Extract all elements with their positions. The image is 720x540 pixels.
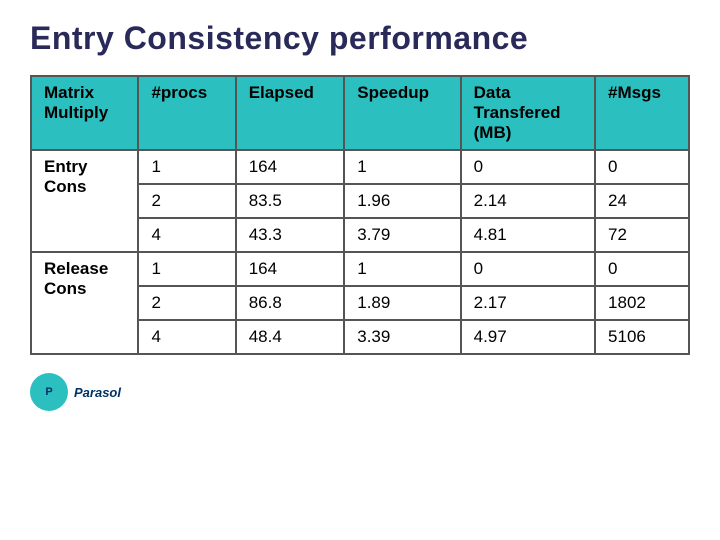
cell-elapsed: 43.3 [236,218,345,252]
group-label: EntryCons [31,150,138,252]
cell-procs: 1 [138,252,235,286]
cell-procs: 4 [138,320,235,354]
cell-speedup: 1 [344,252,460,286]
col-header-elapsed: Elapsed [236,76,345,150]
cell-msgs: 0 [595,252,689,286]
cell-speedup: 3.39 [344,320,460,354]
logo-icon: P [30,373,68,411]
cell-msgs: 24 [595,184,689,218]
cell-speedup: 1 [344,150,460,184]
cell-data: 4.81 [461,218,595,252]
logo-area: P Parasol [30,373,121,411]
cell-msgs: 5106 [595,320,689,354]
cell-data: 2.17 [461,286,595,320]
performance-table: MatrixMultiply #procs Elapsed Speedup Da… [30,75,690,355]
cell-speedup: 1.89 [344,286,460,320]
cell-elapsed: 83.5 [236,184,345,218]
cell-elapsed: 164 [236,252,345,286]
cell-procs: 2 [138,286,235,320]
col-header-procs: #procs [138,76,235,150]
cell-elapsed: 164 [236,150,345,184]
cell-msgs: 72 [595,218,689,252]
cell-msgs: 0 [595,150,689,184]
cell-elapsed: 86.8 [236,286,345,320]
logo-text: Parasol [74,385,121,400]
cell-procs: 2 [138,184,235,218]
cell-data: 0 [461,252,595,286]
table-row: EntryCons1164100 [31,150,689,184]
col-header-matrix: MatrixMultiply [31,76,138,150]
cell-msgs: 1802 [595,286,689,320]
cell-data: 4.97 [461,320,595,354]
table-header-row: MatrixMultiply #procs Elapsed Speedup Da… [31,76,689,150]
page-title: Entry Consistency performance [30,20,528,57]
cell-data: 2.14 [461,184,595,218]
col-header-speedup: Speedup [344,76,460,150]
col-header-msgs: #Msgs [595,76,689,150]
cell-speedup: 3.79 [344,218,460,252]
cell-procs: 4 [138,218,235,252]
col-header-data: DataTransfered(MB) [461,76,595,150]
cell-data: 0 [461,150,595,184]
cell-procs: 1 [138,150,235,184]
group-label: ReleaseCons [31,252,138,354]
cell-elapsed: 48.4 [236,320,345,354]
cell-speedup: 1.96 [344,184,460,218]
table-row: ReleaseCons1164100 [31,252,689,286]
